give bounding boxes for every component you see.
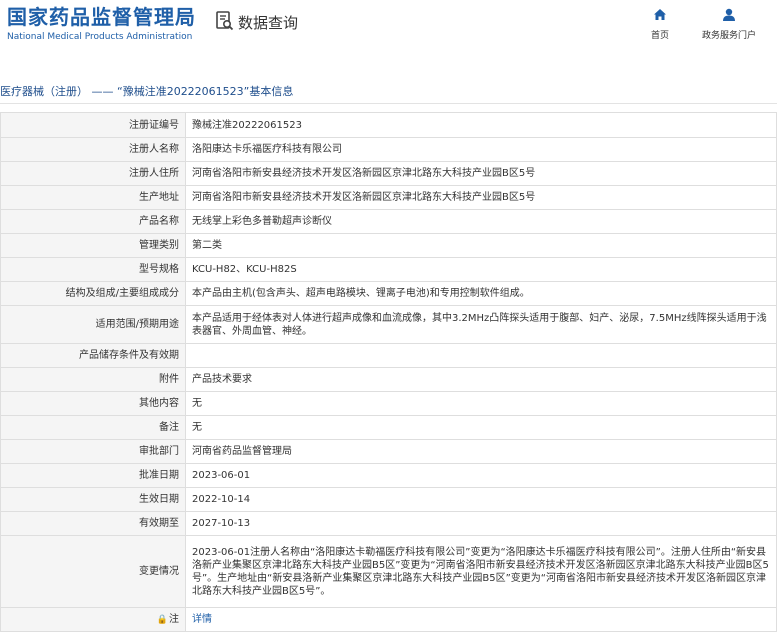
header: 国家药品监督管理局 National Medical Products Admi… — [0, 0, 777, 62]
table-row: 适用范围/预期用途 本产品适用于经体表对人体进行超声成像和血流成像，其中3.2MH… — [0, 305, 777, 344]
doc-search-icon — [216, 11, 234, 34]
row-label: 注册人住所 — [0, 161, 186, 186]
row-value: 2027-10-13 — [185, 511, 777, 536]
row-value: 2022-10-14 — [185, 487, 777, 512]
row-value: 无 — [185, 415, 777, 440]
table-row: 结构及组成/主要组成成分 本产品由主机(包含声头、超声电路模块、锂离子电池)和专用… — [0, 281, 777, 306]
row-value: 2023-06-01 — [185, 463, 777, 488]
row-value: 第二类 — [185, 233, 777, 258]
row-label: 附件 — [0, 367, 186, 392]
note-value-cell: 详情 — [185, 607, 777, 632]
row-value: 本产品适用于经体表对人体进行超声成像和血流成像，其中3.2MHz凸阵探头适用于腹… — [185, 305, 777, 344]
table-row: 有效期至 2027-10-13 — [0, 511, 777, 536]
row-value: 河南省药品监督管理局 — [185, 439, 777, 464]
row-value: 无线掌上彩色多普勒超声诊断仪 — [185, 209, 777, 234]
row-value: 本产品由主机(包含声头、超声电路模块、锂离子电池)和专用控制软件组成。 — [185, 281, 777, 306]
lock-icon: 🔒 — [156, 614, 168, 625]
note-label: 注 — [169, 613, 179, 625]
row-label: 型号规格 — [0, 257, 186, 282]
table-row: 变更情况 2023-06-01注册人名称由“洛阳康达卡勒福医疗科技有限公司”变更为… — [0, 535, 777, 608]
table-row: 产品名称 无线掌上彩色多普勒超声诊断仪 — [0, 209, 777, 234]
table-row: 审批部门 河南省药品监督管理局 — [0, 439, 777, 464]
row-label: 生效日期 — [0, 487, 186, 512]
row-label: 备注 — [0, 415, 186, 440]
row-label: 有效期至 — [0, 511, 186, 536]
row-value — [185, 343, 777, 368]
details-link[interactable]: 详情 — [192, 614, 212, 625]
site-logo[interactable]: 国家药品监督管理局 National Medical Products Admi… — [7, 6, 196, 42]
row-value: 河南省洛阳市新安县经济技术开发区洛新园区京津北路东大科技产业园B区5号 — [185, 161, 777, 186]
info-table: 注册证编号 豫械注准20222061523 注册人名称 洛阳康达卡乐福医疗科技有限公… — [0, 112, 777, 632]
nav-home-label: 首页 — [651, 31, 670, 41]
breadcrumb: 医疗器械（注册） —— “豫械注准20222061523”基本信息 — [0, 79, 777, 104]
nav-home[interactable]: 首页 — [651, 8, 669, 41]
data-query-link[interactable]: 数据查询 — [216, 11, 298, 34]
row-label: 批准日期 — [0, 463, 186, 488]
row-label: 管理类别 — [0, 233, 186, 258]
home-icon — [653, 8, 667, 24]
table-row: 产品储存条件及有效期 — [0, 343, 777, 368]
table-row: 注册人名称 洛阳康达卡乐福医疗科技有限公司 — [0, 137, 777, 162]
logo-chinese: 国家药品监督管理局 — [7, 5, 196, 29]
row-label: 产品名称 — [0, 209, 186, 234]
row-label: 生产地址 — [0, 185, 186, 210]
row-value: KCU-H82、KCU-H82S — [185, 257, 777, 282]
row-value: 产品技术要求 — [185, 367, 777, 392]
row-label: 产品储存条件及有效期 — [0, 343, 186, 368]
table-row: 生效日期 2022-10-14 — [0, 487, 777, 512]
row-value: 河南省洛阳市新安县经济技术开发区洛新园区京津北路东大科技产业园B区5号 — [185, 185, 777, 210]
row-label: 适用范围/预期用途 — [0, 305, 186, 344]
row-value: 2023-06-01注册人名称由“洛阳康达卡勒福医疗科技有限公司”变更为“洛阳康… — [185, 535, 777, 608]
row-label: 结构及组成/主要组成成分 — [0, 281, 186, 306]
user-icon — [722, 8, 736, 24]
table-row: 管理类别 第二类 — [0, 233, 777, 258]
row-label: 其他内容 — [0, 391, 186, 416]
nav-gov-label: 政务服务门户 — [702, 31, 757, 41]
row-label: 注册证编号 — [0, 112, 186, 138]
table-row: 生产地址 河南省洛阳市新安县经济技术开发区洛新园区京津北路东大科技产业园B区5号 — [0, 185, 777, 210]
row-label: 变更情况 — [0, 535, 186, 608]
row-label: 注册人名称 — [0, 137, 186, 162]
table-row: 其他内容无 — [0, 391, 777, 416]
table-row: 型号规格 KCU-H82、KCU-H82S — [0, 257, 777, 282]
table-row: 注册人住所 河南省洛阳市新安县经济技术开发区洛新园区京津北路东大科技产业园B区5号 — [0, 161, 777, 186]
row-value: 豫械注准20222061523 — [185, 112, 777, 138]
table-row: 附件 产品技术要求 — [0, 367, 777, 392]
row-value: 洛阳康达卡乐福医疗科技有限公司 — [185, 137, 777, 162]
table-row: 备注无 — [0, 415, 777, 440]
table-row: 注册证编号 豫械注准20222061523 — [0, 112, 777, 138]
table-row: 批准日期 2023-06-01 — [0, 463, 777, 488]
row-value: 无 — [185, 391, 777, 416]
note-label-cell: 🔒注 — [0, 607, 186, 632]
data-query-label: 数据查询 — [238, 14, 299, 32]
table-row: 🔒注 详情 — [0, 607, 777, 632]
row-label: 审批部门 — [0, 439, 186, 464]
logo-english: National Medical Products Administration — [7, 32, 193, 42]
nav-gov-service[interactable]: 政务服务门户 — [702, 8, 756, 41]
